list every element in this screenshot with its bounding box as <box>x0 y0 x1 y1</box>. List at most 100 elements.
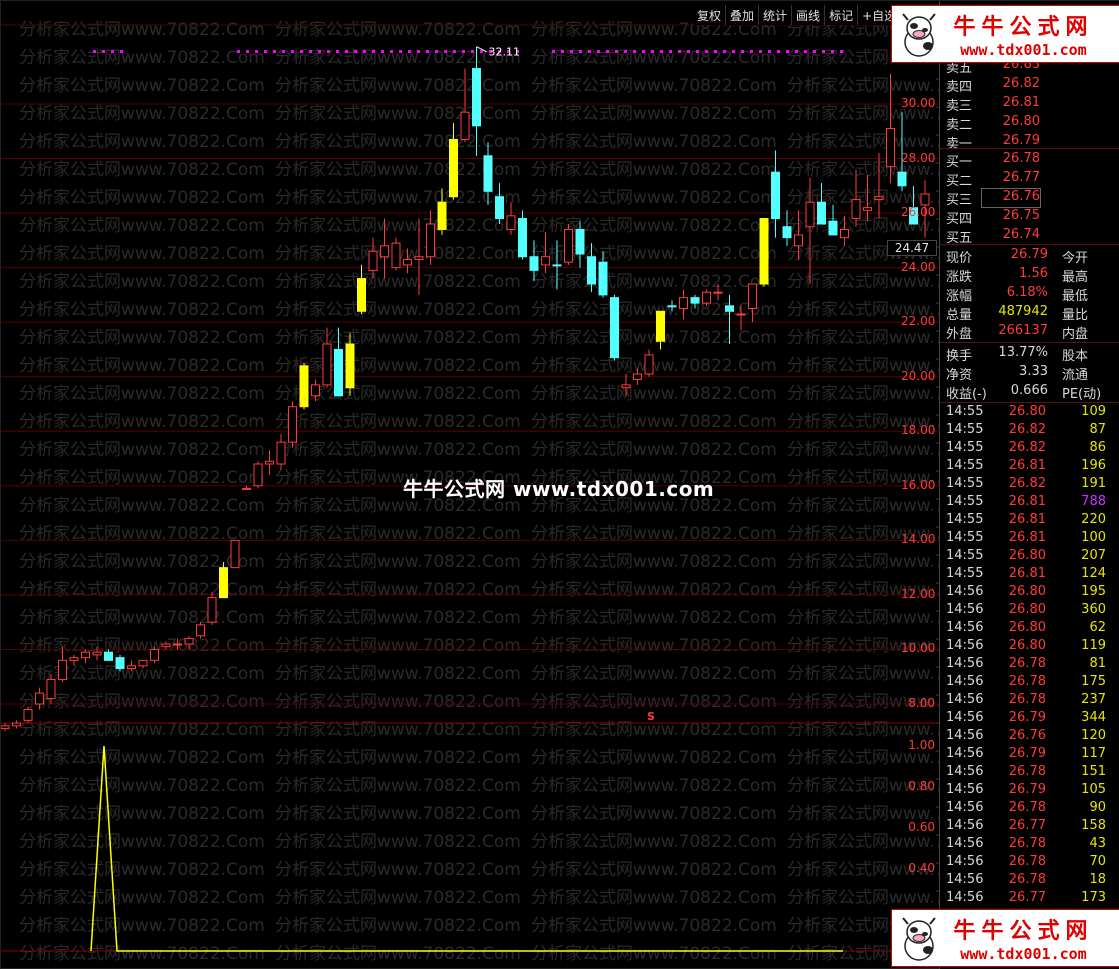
candle[interactable] <box>12 720 21 729</box>
candle[interactable] <box>656 310 665 350</box>
candle[interactable] <box>782 210 792 246</box>
candle[interactable] <box>104 649 113 661</box>
tick-row[interactable]: 14:55 26.81 196 <box>946 458 1116 476</box>
candle[interactable] <box>196 622 205 639</box>
candle[interactable] <box>702 289 711 306</box>
candle[interactable] <box>127 660 136 672</box>
candle[interactable] <box>851 169 861 227</box>
toolbar-button-3[interactable]: 画线 <box>792 5 826 25</box>
candle[interactable] <box>23 706 33 724</box>
tick-row[interactable]: 14:56 26.76 120 <box>946 728 1116 746</box>
brand-logo-bottom[interactable]: 牛牛公式网 www.tdx001.com <box>891 909 1119 967</box>
candle[interactable] <box>748 283 757 323</box>
candle[interactable] <box>529 240 539 282</box>
candle[interactable] <box>380 218 389 279</box>
tick-row[interactable]: 14:55 26.82 191 <box>946 476 1116 494</box>
tick-row[interactable]: 14:55 26.81 124 <box>946 566 1116 584</box>
candle[interactable] <box>679 289 688 320</box>
candle[interactable] <box>1 723 10 732</box>
candle[interactable] <box>828 204 838 236</box>
candle[interactable] <box>472 46 481 156</box>
tick-row[interactable]: 14:56 26.78 18 <box>946 872 1116 890</box>
candle[interactable] <box>58 646 67 683</box>
tick-row[interactable]: 14:56 26.80 119 <box>946 638 1116 656</box>
bid-row[interactable]: 买一 26.78 <box>946 151 1119 170</box>
candle[interactable] <box>35 687 44 710</box>
candle[interactable] <box>690 294 700 309</box>
candle[interactable] <box>46 674 56 704</box>
candle[interactable] <box>564 224 573 265</box>
candle[interactable] <box>449 123 458 200</box>
candle[interactable] <box>115 654 125 672</box>
candle[interactable] <box>495 183 504 224</box>
candle[interactable] <box>437 188 447 235</box>
candle[interactable] <box>667 300 677 312</box>
tick-row[interactable]: 14:56 26.80 360 <box>946 602 1116 620</box>
toolbar-button-4[interactable]: 标记 <box>825 5 859 25</box>
candle[interactable] <box>219 562 228 599</box>
kline-chart[interactable]: 分析家公式网www.70822.Com 分析家公式网www.70822.Com 分析… <box>1 1 1033 969</box>
candle[interactable] <box>334 327 343 397</box>
toolbar-button-1[interactable]: 叠加 <box>726 5 760 25</box>
candle[interactable] <box>138 659 148 669</box>
candle[interactable] <box>322 327 332 388</box>
candle[interactable] <box>771 150 780 238</box>
candle[interactable] <box>610 294 619 361</box>
tick-row[interactable]: 14:56 26.78 237 <box>946 692 1116 710</box>
candle[interactable] <box>552 240 562 290</box>
candle[interactable] <box>184 635 194 650</box>
candle[interactable] <box>863 174 872 222</box>
candle[interactable] <box>242 485 251 491</box>
tick-row[interactable]: 14:56 26.79 105 <box>946 782 1116 800</box>
candle[interactable] <box>345 333 355 396</box>
candle[interactable] <box>391 237 401 271</box>
candle[interactable] <box>713 284 723 301</box>
candle[interactable] <box>207 592 217 625</box>
candle[interactable] <box>299 363 309 410</box>
candle[interactable] <box>368 237 378 279</box>
candle[interactable] <box>633 368 642 385</box>
candle[interactable] <box>587 243 596 293</box>
candle[interactable] <box>173 638 182 650</box>
candle[interactable] <box>81 649 90 664</box>
logo-url[interactable]: www.tdx001.com <box>960 41 1086 59</box>
candle[interactable] <box>794 210 803 260</box>
candle[interactable] <box>265 450 274 475</box>
tick-row[interactable]: 14:56 26.77 173 <box>946 890 1116 908</box>
tick-row[interactable]: 14:55 26.81 100 <box>946 530 1116 548</box>
bid-row[interactable]: 买二 26.77 <box>946 170 1119 189</box>
candle[interactable] <box>874 153 884 219</box>
candle[interactable] <box>253 461 263 489</box>
candle[interactable] <box>840 215 849 246</box>
bid-row[interactable]: 买五 26.74 <box>946 227 1119 246</box>
candle[interactable] <box>230 539 240 569</box>
candle[interactable] <box>357 264 366 314</box>
candle[interactable] <box>288 401 297 448</box>
bid-row[interactable]: 买三 26.76 <box>946 188 1119 208</box>
candle[interactable] <box>518 210 527 260</box>
tick-row[interactable]: 14:56 26.78 70 <box>946 854 1116 872</box>
tick-row[interactable]: 14:56 26.78 151 <box>946 764 1116 782</box>
tick-row[interactable]: 14:56 26.78 175 <box>946 674 1116 692</box>
candle[interactable] <box>311 379 320 402</box>
candle[interactable] <box>69 654 79 666</box>
ask-row[interactable]: 卖三 26.81 <box>946 95 1119 114</box>
brand-logo-top[interactable]: 牛牛公式网 www.tdx001.com <box>891 5 1119 63</box>
candle[interactable] <box>414 218 424 295</box>
candle[interactable] <box>150 646 159 664</box>
candle[interactable] <box>759 218 769 287</box>
candle[interactable] <box>725 294 734 344</box>
candle[interactable] <box>541 232 550 274</box>
toolbar-button-0[interactable]: 复权 <box>693 5 727 25</box>
tick-row[interactable]: 14:56 26.77 158 <box>946 818 1116 836</box>
tick-row[interactable]: 14:55 26.80 207 <box>946 548 1116 566</box>
candle[interactable] <box>644 349 654 377</box>
candle[interactable] <box>575 221 585 268</box>
candle[interactable] <box>736 305 746 331</box>
candle[interactable] <box>886 74 895 184</box>
tick-row[interactable]: 14:55 26.82 87 <box>946 422 1116 440</box>
tick-row[interactable]: 14:56 26.80 195 <box>946 584 1116 602</box>
candle[interactable] <box>426 210 435 265</box>
candle[interactable] <box>161 641 171 650</box>
candle[interactable] <box>621 374 631 396</box>
